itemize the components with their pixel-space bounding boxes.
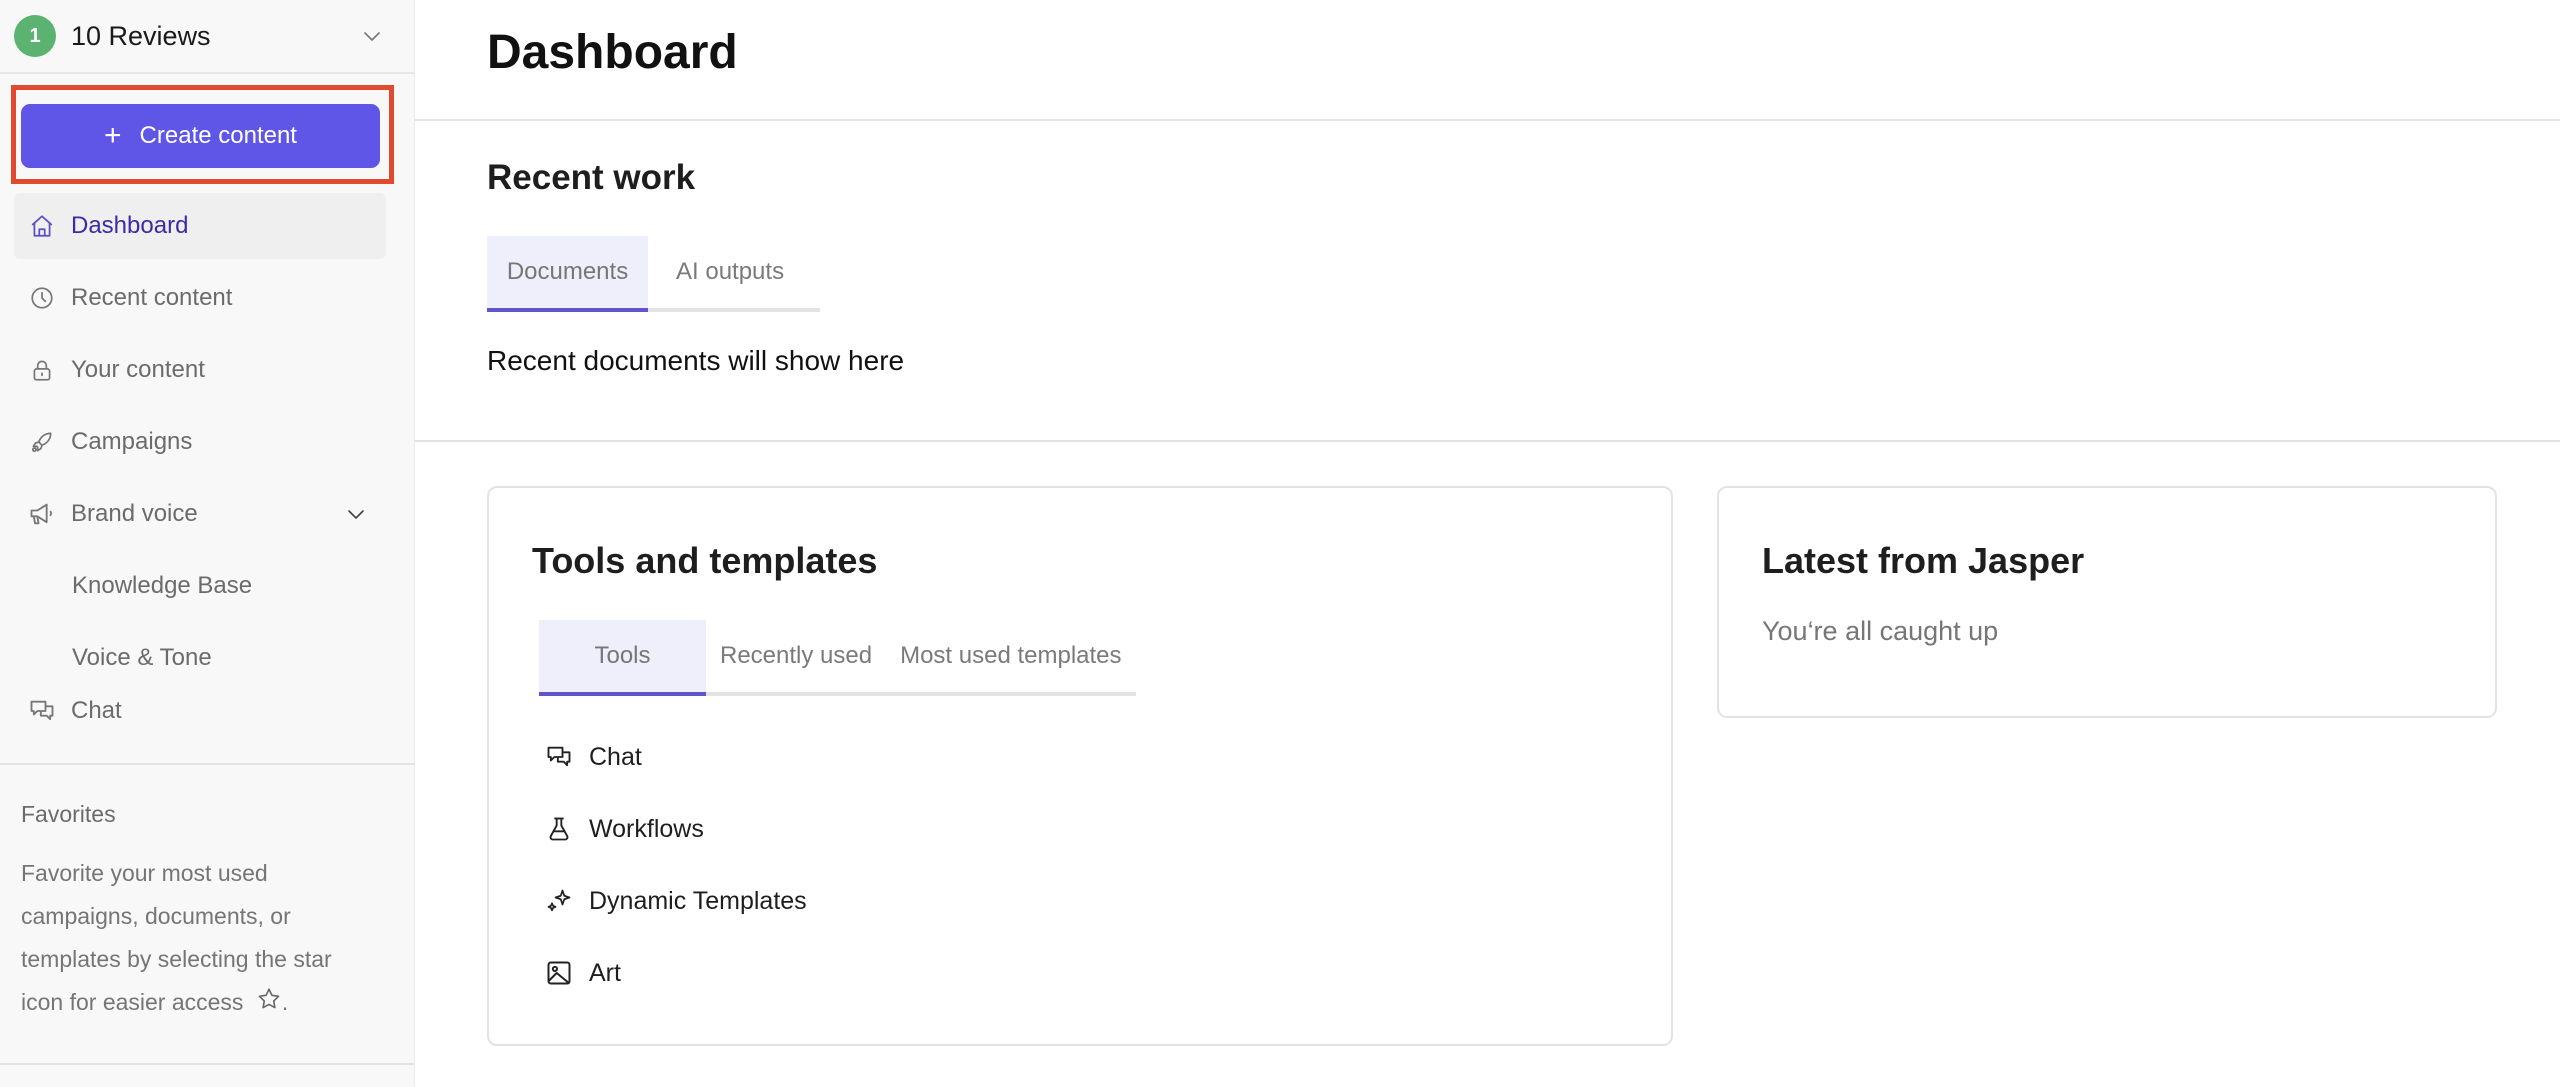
favorites-title: Favorites (21, 801, 116, 827)
tool-label: Dynamic Templates (589, 886, 807, 915)
sidebar-item-label: Chat (71, 697, 122, 724)
sidebar-item-your-content[interactable]: Your content (14, 337, 386, 403)
divider (415, 440, 2560, 442)
tool-item-chat[interactable]: Chat (545, 721, 807, 793)
home-icon (28, 212, 56, 240)
sidebar-nav: Dashboard Recent content Your content Ca… (14, 193, 386, 743)
create-content-button[interactable]: + Create content (21, 104, 380, 168)
sidebar-item-label: Your content (71, 356, 205, 383)
page-title: Dashboard (487, 26, 738, 79)
tool-label: Art (589, 958, 621, 987)
chevron-down-icon[interactable] (360, 24, 384, 48)
sidebar-item-brand-voice[interactable]: Brand voice (14, 481, 386, 547)
recent-work-title: Recent work (487, 158, 696, 197)
sidebar: 1 10 Reviews + Create content Dashboard … (0, 0, 415, 1087)
sidebar-item-label: Recent content (71, 284, 233, 311)
tool-label: Workflows (589, 814, 704, 843)
divider (415, 119, 2560, 121)
create-content-label: Create content (139, 122, 297, 149)
tool-list: Chat Workflows Dynamic Templates Art (545, 721, 807, 1009)
sidebar-item-label: Campaigns (71, 428, 193, 455)
flask-icon (545, 815, 573, 843)
tool-item-workflows[interactable]: Workflows (545, 793, 807, 865)
star-icon (258, 988, 280, 1009)
main-content: Dashboard Recent work Documents AI outpu… (415, 0, 2560, 1087)
image-icon (545, 959, 573, 987)
tool-label: Chat (589, 742, 642, 771)
app: 1 10 Reviews + Create content Dashboard … (0, 0, 2560, 1087)
sidebar-item-knowledge-base[interactable]: Knowledge Base (14, 553, 386, 619)
tool-item-dynamic-templates[interactable]: Dynamic Templates (545, 865, 807, 937)
workspace-avatar: 1 (14, 15, 56, 57)
sidebar-item-chat[interactable]: Chat (14, 685, 386, 737)
recent-work-empty-message: Recent documents will show here (487, 345, 905, 376)
latest-message: You‘re all caught up (1762, 616, 1999, 646)
tab-documents[interactable]: Documents (487, 236, 648, 312)
sidebar-item-recent-content[interactable]: Recent content (14, 265, 386, 331)
latest-title: Latest from Jasper (1762, 540, 2085, 581)
sparkles-icon (545, 887, 573, 915)
workspace-switcher[interactable]: 1 10 Reviews (0, 0, 414, 74)
recent-work-tabs: Documents AI outputs (487, 236, 820, 312)
divider (0, 1063, 415, 1065)
sidebar-item-label: Brand voice (71, 500, 198, 527)
megaphone-icon (28, 500, 56, 528)
chat-icon (28, 697, 56, 725)
chevron-down-icon[interactable] (344, 502, 368, 526)
lock-icon (28, 356, 56, 384)
latest-from-jasper-card: Latest from Jasper You‘re all caught up (1717, 486, 2497, 718)
sidebar-item-voice-tone[interactable]: Voice & Tone (14, 625, 386, 691)
tools-templates-tabs: Tools Recently used Most used templates (539, 620, 1136, 696)
sidebar-item-campaigns[interactable]: Campaigns (14, 409, 386, 475)
tab-recently-used[interactable]: Recently used (706, 620, 886, 692)
sidebar-item-label: Dashboard (71, 212, 189, 239)
chat-icon (545, 743, 573, 771)
tab-ai-outputs[interactable]: AI outputs (648, 236, 820, 308)
tab-tools[interactable]: Tools (539, 620, 706, 696)
tools-templates-card: Tools and templates Tools Recently used … (487, 486, 1673, 1046)
sidebar-item-label: Voice & Tone (72, 644, 212, 671)
tab-most-used-templates[interactable]: Most used templates (886, 620, 1135, 692)
sidebar-item-dashboard[interactable]: Dashboard (14, 193, 386, 259)
rocket-icon (28, 428, 56, 456)
tool-item-art[interactable]: Art (545, 937, 807, 1009)
favorites-description: Favorite your most used campaigns, docum… (21, 852, 371, 1024)
plus-icon: + (104, 119, 122, 152)
sidebar-item-label: Knowledge Base (72, 572, 253, 599)
clock-icon (28, 284, 56, 312)
workspace-name: 10 Reviews (71, 20, 211, 51)
favorites-suffix: . (281, 989, 289, 1015)
tools-templates-title: Tools and templates (532, 540, 878, 581)
divider (0, 763, 415, 765)
